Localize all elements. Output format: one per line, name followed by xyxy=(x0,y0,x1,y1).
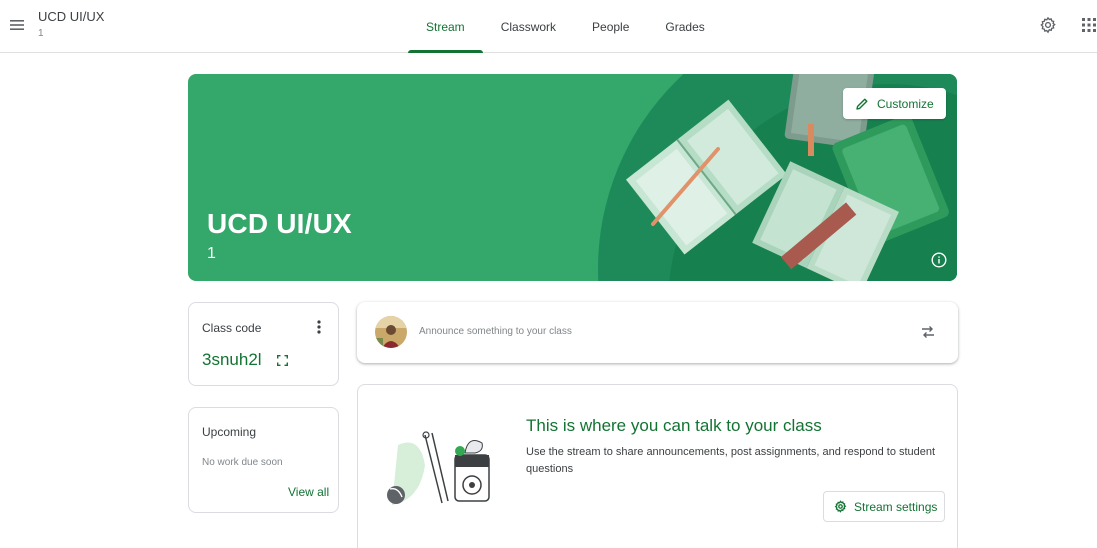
upcoming-card: Upcoming No work due soon View all xyxy=(188,407,339,513)
class-section: 1 xyxy=(38,28,44,39)
tab-grades[interactable]: Grades xyxy=(647,0,722,53)
gear-icon xyxy=(834,500,847,513)
announce-box[interactable]: Announce something to your class xyxy=(357,302,958,363)
class-settings-button[interactable] xyxy=(1036,13,1060,37)
hamburger-icon xyxy=(10,20,24,30)
gear-icon xyxy=(1040,16,1056,34)
display-code-button[interactable] xyxy=(274,352,290,368)
announce-input[interactable]: Announce something to your class xyxy=(419,326,572,337)
tab-people[interactable]: People xyxy=(574,0,647,53)
google-apps-button[interactable] xyxy=(1077,13,1097,37)
class-code-options-button[interactable] xyxy=(311,317,327,337)
class-code-label: Class code xyxy=(202,321,262,335)
stream-intro-heading: This is where you can talk to your class xyxy=(526,416,822,435)
stream-settings-button[interactable]: Stream settings xyxy=(823,491,945,522)
repost-icon xyxy=(922,326,934,338)
upcoming-title: Upcoming xyxy=(202,425,257,439)
reuse-post-button[interactable] xyxy=(917,321,939,343)
main-menu-button[interactable] xyxy=(6,14,28,36)
stream-intro-card: This is where you can talk to your class… xyxy=(357,384,958,548)
info-icon xyxy=(931,252,947,268)
class-banner: UCD UI/UX 1 Customize xyxy=(188,74,957,281)
more-vert-icon xyxy=(317,320,321,334)
stream-illustration xyxy=(387,431,490,505)
tab-stream[interactable]: Stream xyxy=(408,0,483,53)
customize-button[interactable]: Customize xyxy=(843,88,946,119)
stream-settings-label: Stream settings xyxy=(854,499,938,514)
avatar xyxy=(375,316,407,348)
class-title[interactable]: UCD UI/UX xyxy=(38,9,104,24)
pencil-icon xyxy=(856,98,868,110)
tab-classwork[interactable]: Classwork xyxy=(483,0,574,53)
view-all-link[interactable]: View all xyxy=(288,485,329,499)
upcoming-empty-text: No work due soon xyxy=(202,457,283,468)
banner-class-section: 1 xyxy=(207,245,216,262)
customize-label: Customize xyxy=(877,96,934,111)
class-info-button[interactable] xyxy=(929,250,949,270)
banner-class-title: UCD UI/UX xyxy=(207,208,352,239)
stream-intro-body: Use the stream to share announcements, p… xyxy=(526,446,936,475)
top-app-bar: UCD UI/UX 1 Stream Classwork People Grad… xyxy=(0,0,1097,53)
fullscreen-icon xyxy=(276,354,288,366)
class-tabs: Stream Classwork People Grades xyxy=(408,0,723,53)
apps-grid-icon xyxy=(1082,18,1096,32)
class-code-value: 3snuh2l xyxy=(202,350,262,369)
books-illustration xyxy=(598,74,957,281)
class-code-card: Class code 3snuh2l xyxy=(188,302,339,386)
